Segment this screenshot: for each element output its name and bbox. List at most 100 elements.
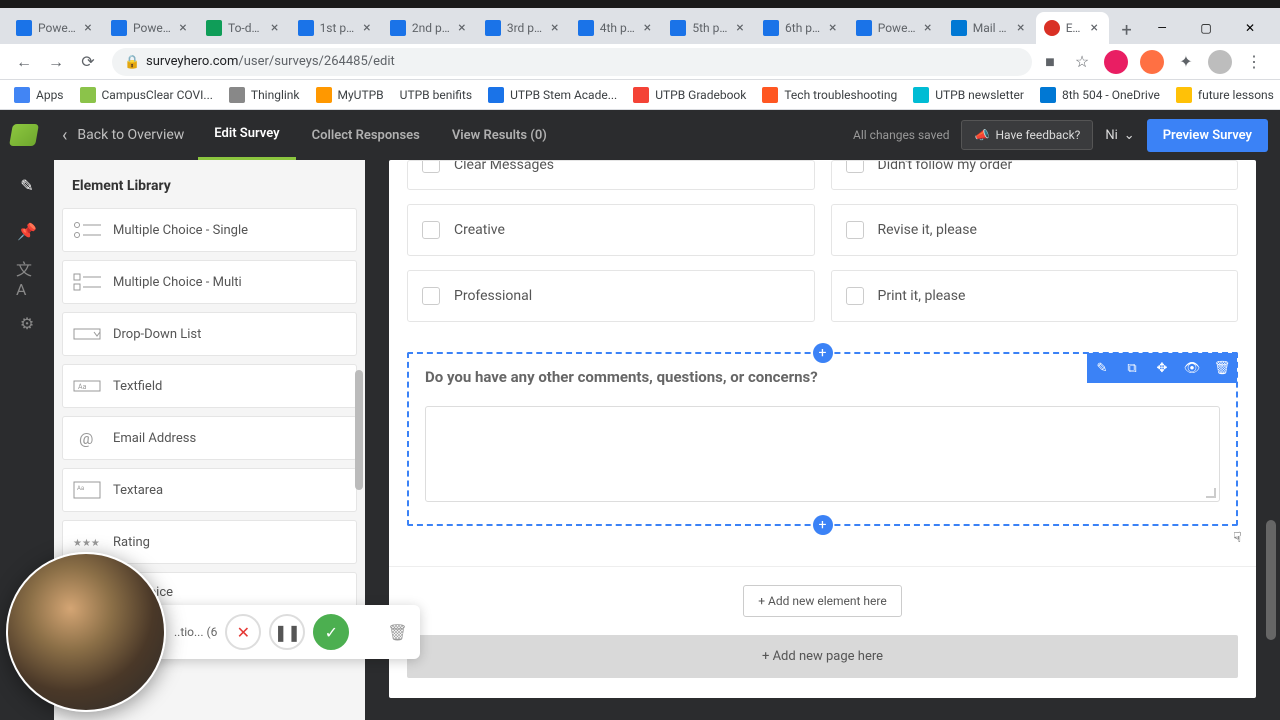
browser-tab[interactable]: 5th peri× [662,12,755,44]
bookmark-item[interactable]: CampusClear COVI... [74,83,219,107]
element-multiple-choice-multi[interactable]: Multiple Choice - Multi [62,260,357,304]
video-icon[interactable]: ■ [1040,52,1060,72]
choice-option[interactable]: Revise it, please [831,204,1239,256]
close-icon[interactable]: × [548,21,562,35]
browser-tab[interactable]: 2nd peri× [382,12,477,44]
element-multiple-choice-single[interactable]: Multiple Choice - Single [62,208,357,252]
checkbox[interactable] [846,287,864,305]
duplicate-icon[interactable]: ⧉ [1117,353,1147,383]
close-icon[interactable]: × [176,21,190,35]
checkbox[interactable] [846,221,864,239]
bookmark-item[interactable]: future lessons [1170,83,1280,107]
checkbox[interactable] [422,221,440,239]
pin-icon[interactable]: 📌 [16,220,38,242]
tab-collect-responses[interactable]: Collect Responses [296,110,436,160]
profile-avatar[interactable] [1208,50,1232,74]
pause-recording-button[interactable]: ❚❚ [269,614,305,650]
close-icon[interactable]: × [640,21,654,35]
back-button[interactable]: ← [8,46,40,78]
add-above-button[interactable]: + [813,343,833,363]
sidebar-scrollbar[interactable] [355,370,363,490]
translate-icon[interactable]: 文A [16,266,38,288]
add-element-button[interactable]: + Add new element here [743,585,901,617]
browser-tab[interactable]: PowerSc× [848,12,943,44]
bookmark-item[interactable]: UTPB Gradebook [627,83,752,107]
element-email[interactable]: @Email Address [62,416,357,460]
url-input[interactable]: 🔒 surveyhero.com/user/surveys/264485/edi… [112,48,1032,76]
browser-tab[interactable]: PowerSc× [103,12,198,44]
forward-button[interactable]: → [40,46,72,78]
extensions-icon[interactable]: ✦ [1176,52,1196,72]
close-icon[interactable]: × [733,21,747,35]
close-window-button[interactable]: ✕ [1228,12,1272,44]
feedback-button[interactable]: 📣Have feedback? [961,120,1093,150]
edit-icon[interactable]: ✎ [16,174,38,196]
maximize-button[interactable]: ▢ [1184,12,1228,44]
add-page-button[interactable]: + Add new page here [407,635,1238,678]
extension-icon[interactable] [1140,50,1164,74]
close-icon[interactable]: × [81,21,95,35]
logo[interactable] [0,110,48,160]
checkbox[interactable] [422,287,440,305]
browser-tab[interactable]: 1st peri× [290,12,382,44]
star-icon[interactable]: ☆ [1072,52,1092,72]
edit-icon[interactable]: ✎ [1087,353,1117,383]
gear-icon[interactable]: ⚙ [16,312,38,334]
close-icon[interactable]: × [268,21,282,35]
extension-icon[interactable] [1104,50,1128,74]
browser-tab[interactable]: PowerSc× [8,12,103,44]
preview-icon[interactable]: 👁 [1177,353,1207,383]
close-icon[interactable]: × [455,21,469,35]
new-tab-button[interactable]: + [1113,16,1140,44]
choice-option[interactable]: Print it, please [831,270,1239,322]
user-menu[interactable]: Ni⌄ [1105,128,1134,143]
close-icon[interactable]: × [360,21,374,35]
choice-option[interactable]: Professional [407,270,815,322]
chevron-down-icon: ⌄ [1124,128,1135,143]
checkbox[interactable] [422,160,440,173]
browser-tab-active[interactable]: Edit× [1036,12,1110,44]
bookmark-item[interactable]: Tech troubleshooting [756,83,903,107]
browser-tab[interactable]: 3rd peri× [477,12,570,44]
browser-tab[interactable]: 4th peri× [570,12,663,44]
bookmark-item[interactable]: UTPB benifits [394,84,478,106]
browser-tab[interactable]: Mail - N× [943,12,1036,44]
bookmark-item[interactable]: UTPB newsletter [907,83,1030,107]
element-dropdown[interactable]: Drop-Down List [62,312,357,356]
menu-icon[interactable]: ⋮ [1244,52,1264,72]
browser-tab[interactable]: To-do li× [198,12,290,44]
choice-option[interactable]: Didn't follow my order [831,160,1239,190]
back-to-overview[interactable]: ‹Back to Overview [48,125,198,146]
page-scrollbar[interactable] [1266,520,1276,640]
close-icon[interactable]: × [826,21,840,35]
minimize-button[interactable]: — [1140,12,1184,44]
bookmark-item[interactable]: MyUTPB [310,83,390,107]
choice-option[interactable]: Creative [407,204,815,256]
finish-recording-button[interactable]: ✓ [313,614,349,650]
element-textfield[interactable]: AaTextfield [62,364,357,408]
tab-view-results[interactable]: View Results (0) [436,110,563,160]
reload-button[interactable]: ⟳ [72,46,104,78]
selected-element[interactable]: + + ✎ ⧉ ✥ 👁 🗑 Do you have any other comm… [407,352,1238,526]
apps-button[interactable]: Apps [8,83,70,107]
element-textarea[interactable]: AaTextarea [62,468,357,512]
checkbox[interactable] [846,160,864,173]
bookmark-item[interactable]: Thinglink [223,83,306,107]
webcam-preview[interactable] [6,552,166,712]
textarea-preview[interactable] [425,406,1220,502]
close-icon[interactable]: × [1014,21,1028,35]
bookmark-item[interactable]: UTPB Stem Acade... [482,83,623,107]
preview-survey-button[interactable]: Preview Survey [1147,119,1268,152]
choice-option[interactable]: Clear Messages [407,160,815,190]
bookmark-item[interactable]: 8th 504 - OneDrive [1034,83,1166,107]
close-icon[interactable]: × [921,21,935,35]
delete-icon[interactable]: 🗑 [1207,353,1237,383]
browser-tab[interactable]: 6th peri× [755,12,848,44]
cancel-recording-button[interactable]: ✕ [225,614,261,650]
close-icon[interactable]: × [1087,21,1101,35]
tab-edit-survey[interactable]: Edit Survey [198,110,295,160]
move-icon[interactable]: ✥ [1147,353,1177,383]
add-below-button[interactable]: + [813,515,833,535]
delete-recording-button[interactable]: 🗑 [387,623,407,642]
bookmarks-bar: Apps CampusClear COVI... Thinglink MyUTP… [0,80,1280,110]
